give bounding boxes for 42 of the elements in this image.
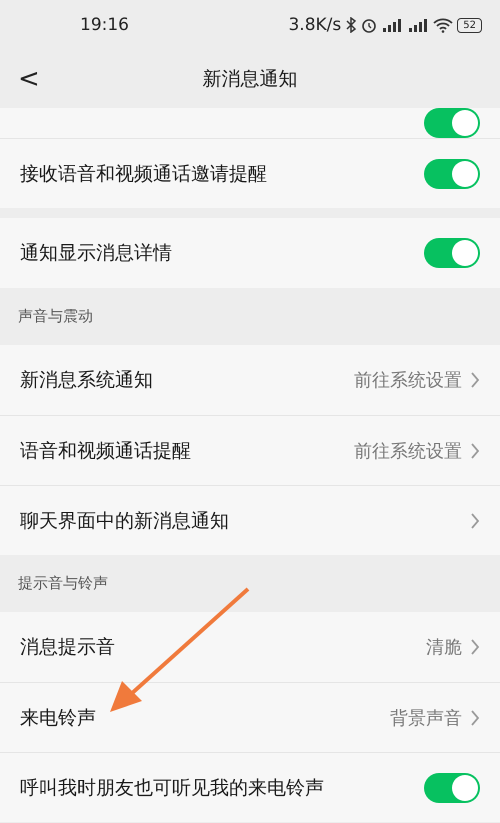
settings-row[interactable]: 接收语音和视频通话邀请提醒 (0, 138, 500, 208)
signal-icon (381, 18, 404, 32)
setting-label: 通知显示消息详情 (20, 241, 173, 266)
alarm-icon (361, 17, 378, 33)
bluetooth-icon (345, 17, 358, 33)
setting-label: 聊天界面中的新消息通知 (20, 508, 230, 534)
settings-row[interactable]: 通知显示消息详情 (0, 218, 500, 288)
network-speed: 3.8K/s (288, 15, 342, 35)
battery-level: 52 (457, 18, 482, 32)
toggle-switch[interactable] (424, 238, 480, 268)
page-title: 新消息通知 (202, 67, 298, 92)
section-header: 声音与震动 (18, 307, 93, 326)
settings-row[interactable]: 聊天界面中的新消息通知 (0, 485, 500, 555)
section-header: 提示音与铃声 (18, 574, 108, 593)
back-button[interactable]: < (14, 64, 44, 94)
wifi-icon (433, 18, 454, 32)
setting-label: 来电铃声 (20, 706, 97, 730)
chevron-right-icon (470, 638, 480, 656)
status-time: 19:16 (80, 15, 130, 35)
setting-label: 消息提示音 (20, 635, 116, 660)
toggle-switch[interactable] (424, 158, 480, 188)
setting-value: 背景声音 (390, 706, 462, 730)
setting-value: 前往系统设置 (354, 440, 462, 462)
settings-row[interactable]: 来电铃声 背景声音 (0, 682, 500, 752)
chevron-right-icon (470, 442, 480, 460)
toggle-switch[interactable] (424, 772, 480, 802)
setting-label: 语音和视频通话提醒 (20, 438, 192, 464)
chevron-right-icon (470, 708, 480, 726)
chevron-right-icon (470, 512, 480, 530)
settings-row[interactable]: 新消息系统通知 前往系统设置 (0, 345, 500, 415)
setting-label: 新消息系统通知 (20, 368, 154, 393)
setting-value: 清脆 (426, 636, 462, 659)
setting-label: 呼叫我时朋友也可听见我的来电铃声 (20, 776, 325, 800)
setting-value: 前往系统设置 (354, 369, 462, 392)
signal-icon (407, 18, 430, 32)
settings-row[interactable]: 语音和视频通话提醒 前往系统设置 (0, 415, 500, 485)
settings-row[interactable] (0, 108, 500, 138)
settings-row[interactable]: 呼叫我时朋友也可听见我的来电铃声 (0, 752, 500, 822)
settings-row[interactable]: 消息提示音 清脆 (0, 612, 500, 682)
chevron-right-icon (470, 371, 480, 389)
setting-label: 接收语音和视频通话邀请提醒 (20, 162, 268, 186)
toggle-switch[interactable] (424, 108, 480, 138)
